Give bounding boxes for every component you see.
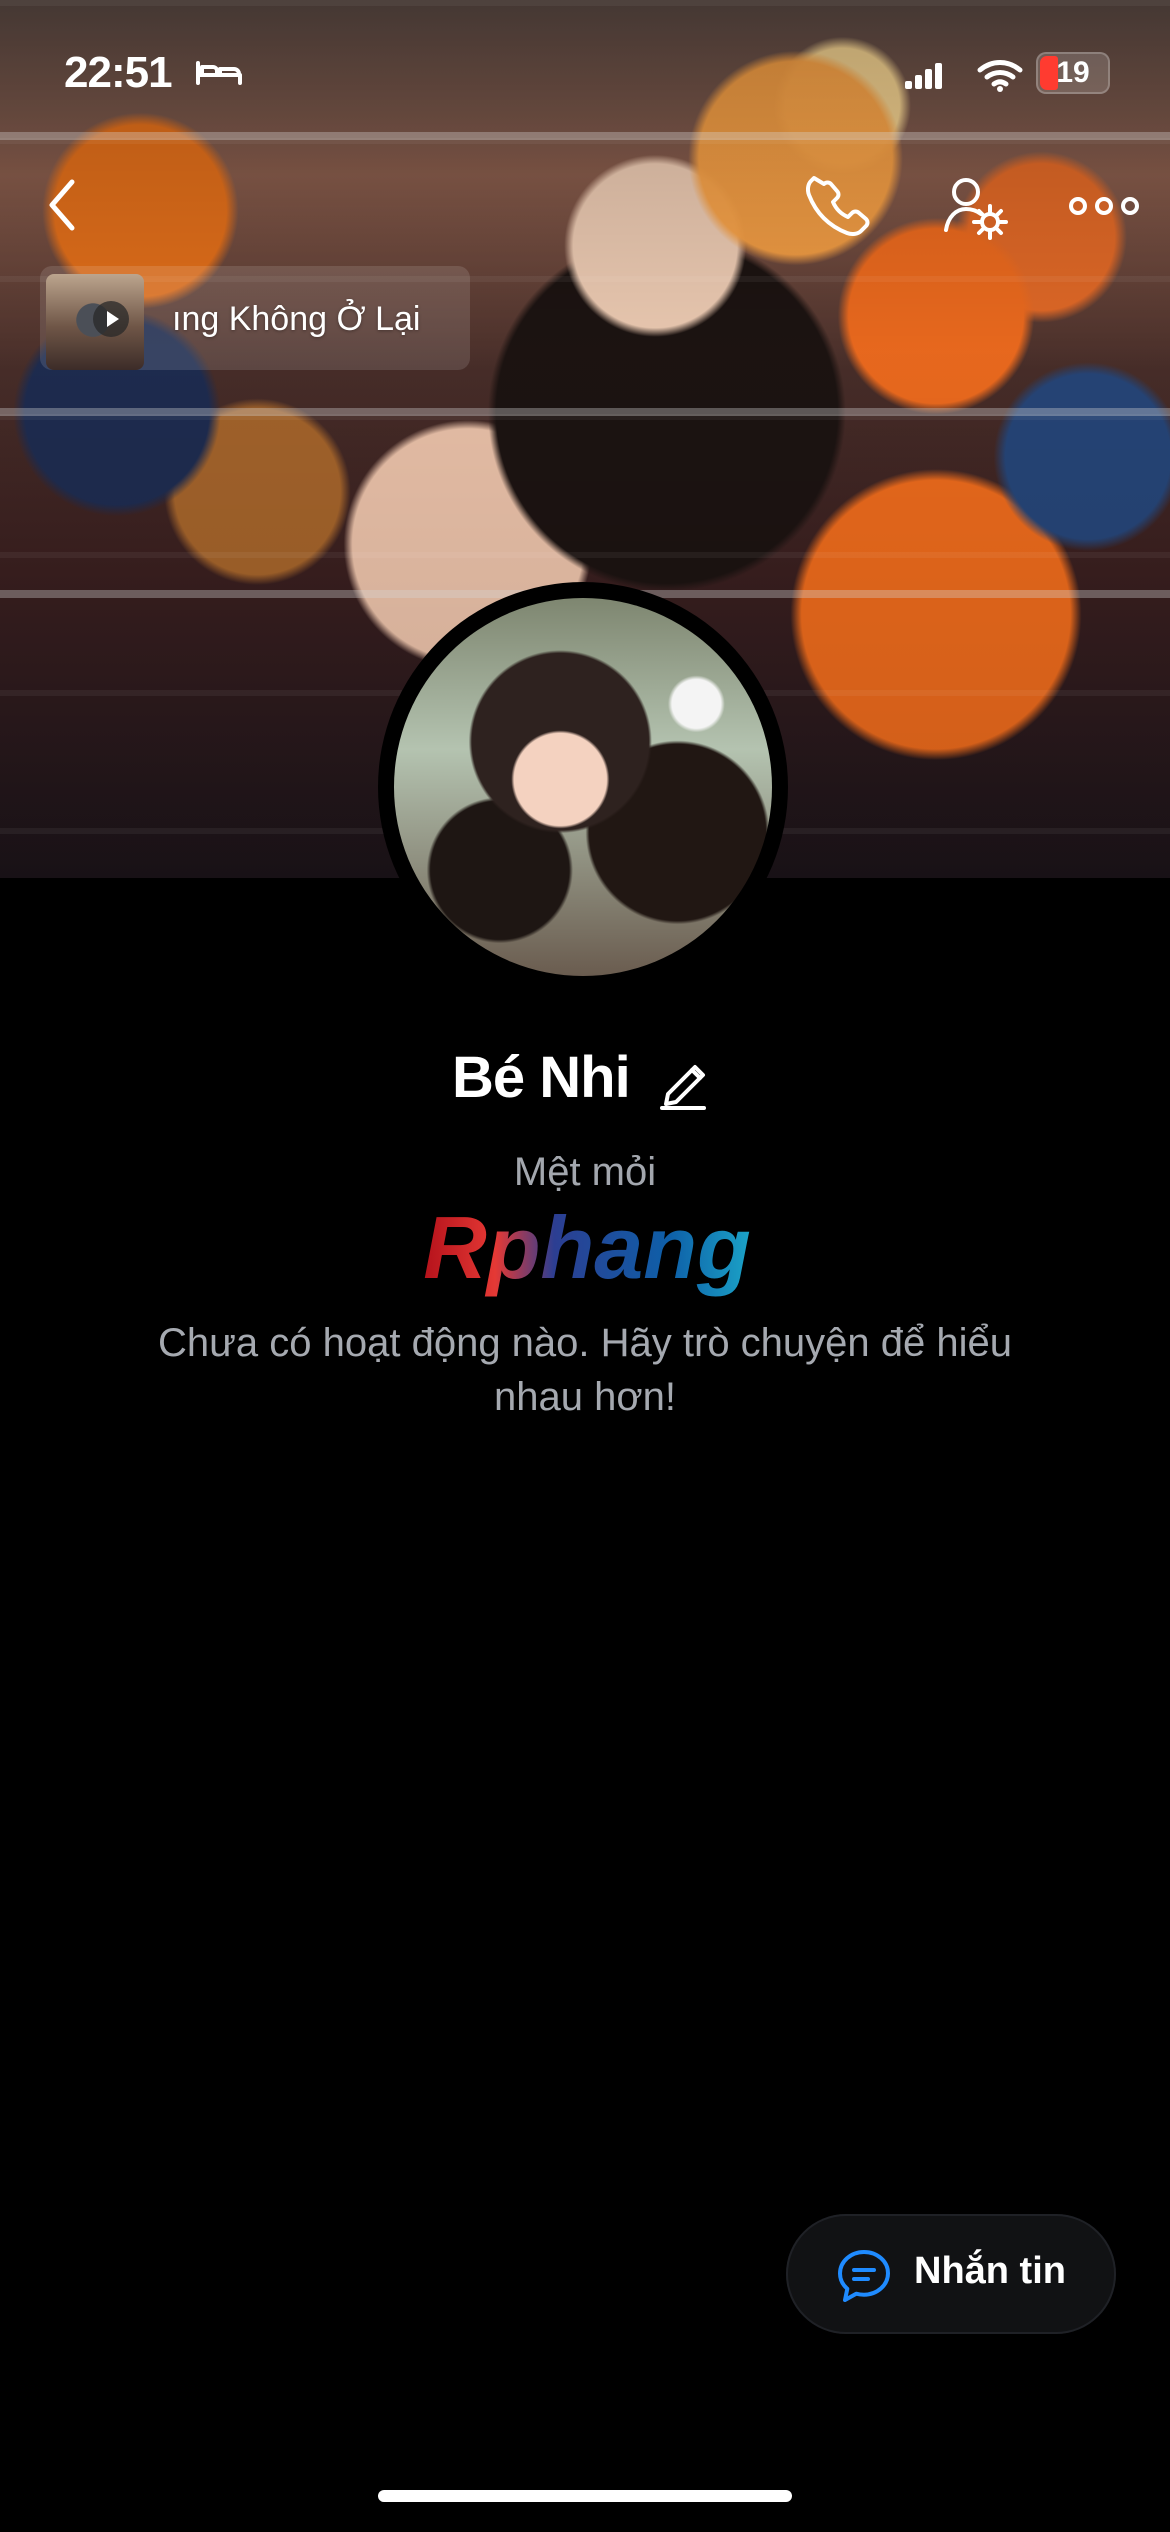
music-chip[interactable]: ıng Không Ở Lại	[40, 266, 470, 370]
battery-badge: 19	[1036, 52, 1110, 94]
more-icon[interactable]	[1068, 194, 1140, 218]
profile-settings-icon[interactable]	[938, 170, 1010, 242]
battery-level: 19	[1056, 56, 1090, 89]
empty-state-message: Chưa có hoạt động nào. Hãy trò chuyện để…	[157, 1321, 1013, 1419]
music-title: ıng Không Ở Lại	[172, 300, 421, 338]
status-time: 22:51	[64, 48, 173, 97]
profile-name-row: Bé Nhi	[452, 1040, 732, 1120]
wifi-icon	[977, 60, 1023, 92]
pencil-icon[interactable]	[656, 1048, 712, 1114]
cover-shelf	[0, 408, 1170, 416]
brand-logo-text: Rphang	[423, 1212, 751, 1297]
brand-logo: Rphang	[423, 1212, 751, 1297]
bed-icon	[196, 61, 242, 85]
chat-icon	[838, 2250, 890, 2302]
message-button-label: Nhắn tin	[914, 2250, 1066, 2292]
avatar[interactable]	[378, 582, 788, 992]
home-indicator[interactable]	[378, 2490, 792, 2502]
play-icon[interactable]	[92, 300, 130, 338]
phone-icon[interactable]	[806, 174, 872, 240]
profile-name: Bé Nhi	[452, 1045, 631, 1110]
message-button[interactable]: Nhắn tin	[786, 2214, 1116, 2334]
avatar-image	[394, 598, 772, 976]
status-bar: 22:51 19	[0, 0, 1170, 146]
chevron-left-icon[interactable]	[38, 174, 88, 236]
profile-status: Mệt mỏi	[513, 1150, 657, 1194]
signal-icon	[905, 63, 942, 89]
